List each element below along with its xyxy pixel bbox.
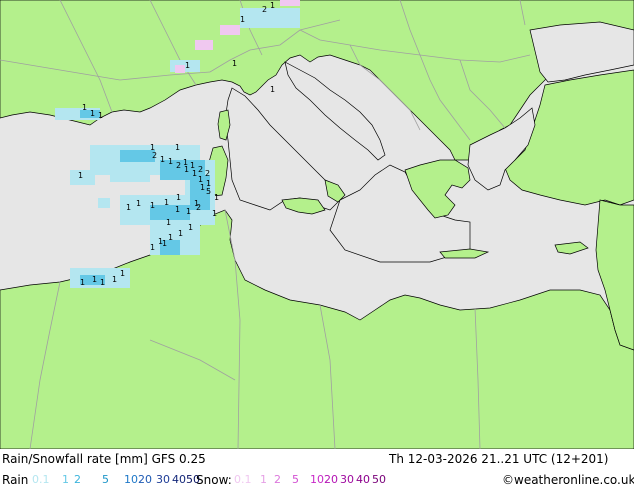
precip-value-label: 1: [112, 275, 117, 284]
footer-title-row: Rain/Snowfall rate [mm] GFS 0.25 Th 12-0…: [0, 452, 634, 470]
precip-value-label: 1: [175, 143, 180, 152]
precip-value-label: 1: [120, 269, 125, 278]
precipitation-map: 11 112 11 111 12 1 1 2 1 11 1 2 21 11 5111 1 1 11 1 2111111…: [0, 0, 634, 449]
precip-value-label: 2: [198, 165, 203, 174]
snow-legend-item: 50: [372, 473, 386, 486]
rain-legend-item: 5: [102, 473, 109, 486]
snow-legend-item: 2: [274, 473, 281, 486]
precip-value-label: 1: [188, 223, 193, 232]
precip-value-label: 1: [184, 165, 189, 174]
precip-value-label: 1: [98, 111, 103, 120]
precip-value-label: 1: [212, 209, 217, 218]
precip-value-label: 1: [90, 109, 95, 118]
precip-value-label: 1: [80, 278, 85, 287]
snow-legend-item: 0.1: [234, 473, 252, 486]
precip-value-label: 1: [176, 193, 181, 202]
rain-legend-item: 10: [124, 473, 138, 486]
credit-text: ©weatheronline.co.uk: [502, 473, 634, 487]
precip-value-label: 1: [270, 1, 275, 10]
precip-value-label: 2: [152, 151, 157, 160]
precip-value-label: 1: [192, 169, 197, 178]
precip-value-label: 1: [136, 199, 141, 208]
precip-value-label: 1: [164, 198, 169, 207]
precip-value-label: 1: [178, 229, 183, 238]
precip-value-label: 1: [168, 233, 173, 242]
footer-legend-row: Rain 0.1 1 2 5 10 20 30 40 50 Snow: 0.1 1 2 5 10 20 30…: [0, 473, 634, 491]
precip-value-label: 1: [100, 278, 105, 287]
precip-value-label: 2: [176, 161, 181, 170]
precip-value-label: 1: [82, 103, 87, 112]
rain-legend-scale: 0.1 1 2 5 10 20 30 40 50: [32, 473, 200, 489]
precip-value-label: 1: [240, 15, 245, 24]
rain-legend-item: 40: [172, 473, 186, 486]
precip-value-label: 5: [206, 187, 211, 196]
snow-legend-item: 20: [324, 473, 338, 486]
snow-legend-label: Snow:: [196, 473, 232, 487]
precip-value-label: 1: [78, 171, 83, 180]
precip-value-label: 1: [214, 193, 219, 202]
rain-legend-item: 20: [138, 473, 152, 486]
map-datetime: Th 12-03-2026 21..21 UTC (12+201): [389, 452, 609, 466]
precip-value-label: 2: [205, 169, 210, 178]
precip-value-label: 1: [200, 183, 205, 192]
snow-legend-item: 1: [260, 473, 267, 486]
snow-legend-item: 30: [340, 473, 354, 486]
rain-legend-item: 1: [62, 473, 69, 486]
snow-legend-item: 10: [310, 473, 324, 486]
precip-value-label: 1: [126, 203, 131, 212]
snow-legend-item: 5: [292, 473, 299, 486]
precip-value-label: 1: [166, 218, 171, 227]
precip-value-label: 1: [185, 61, 190, 70]
precip-value-label: 1: [232, 59, 237, 68]
snow-legend-scale: 0.1 1 2 5 10 20 30 40 50: [234, 473, 394, 489]
precip-value-label: 2: [262, 5, 267, 14]
precip-value-label: 1: [150, 243, 155, 252]
precip-value-label: 1: [175, 205, 180, 214]
rain-legend-label: Rain: [2, 473, 29, 487]
footer-bar: Rain/Snowfall rate [mm] GFS 0.25 Th 12-0…: [0, 449, 634, 490]
precip-value-label: 1: [194, 199, 199, 208]
precip-value-label: 1: [168, 157, 173, 166]
precip-value-label: 1: [92, 275, 97, 284]
precip-value-label: 1: [160, 155, 165, 164]
precip-value-label: 1: [186, 207, 191, 216]
snow-legend-item: 40: [356, 473, 370, 486]
precip-value-label: 1: [162, 239, 167, 248]
rain-legend-item: 30: [156, 473, 170, 486]
map-title: Rain/Snowfall rate [mm] GFS 0.25: [2, 452, 206, 466]
precip-value-label: 1: [270, 85, 275, 94]
precip-value-label: 1: [150, 201, 155, 210]
rain-legend-item: 2: [74, 473, 81, 486]
rain-legend-item: 0.1: [32, 473, 50, 486]
